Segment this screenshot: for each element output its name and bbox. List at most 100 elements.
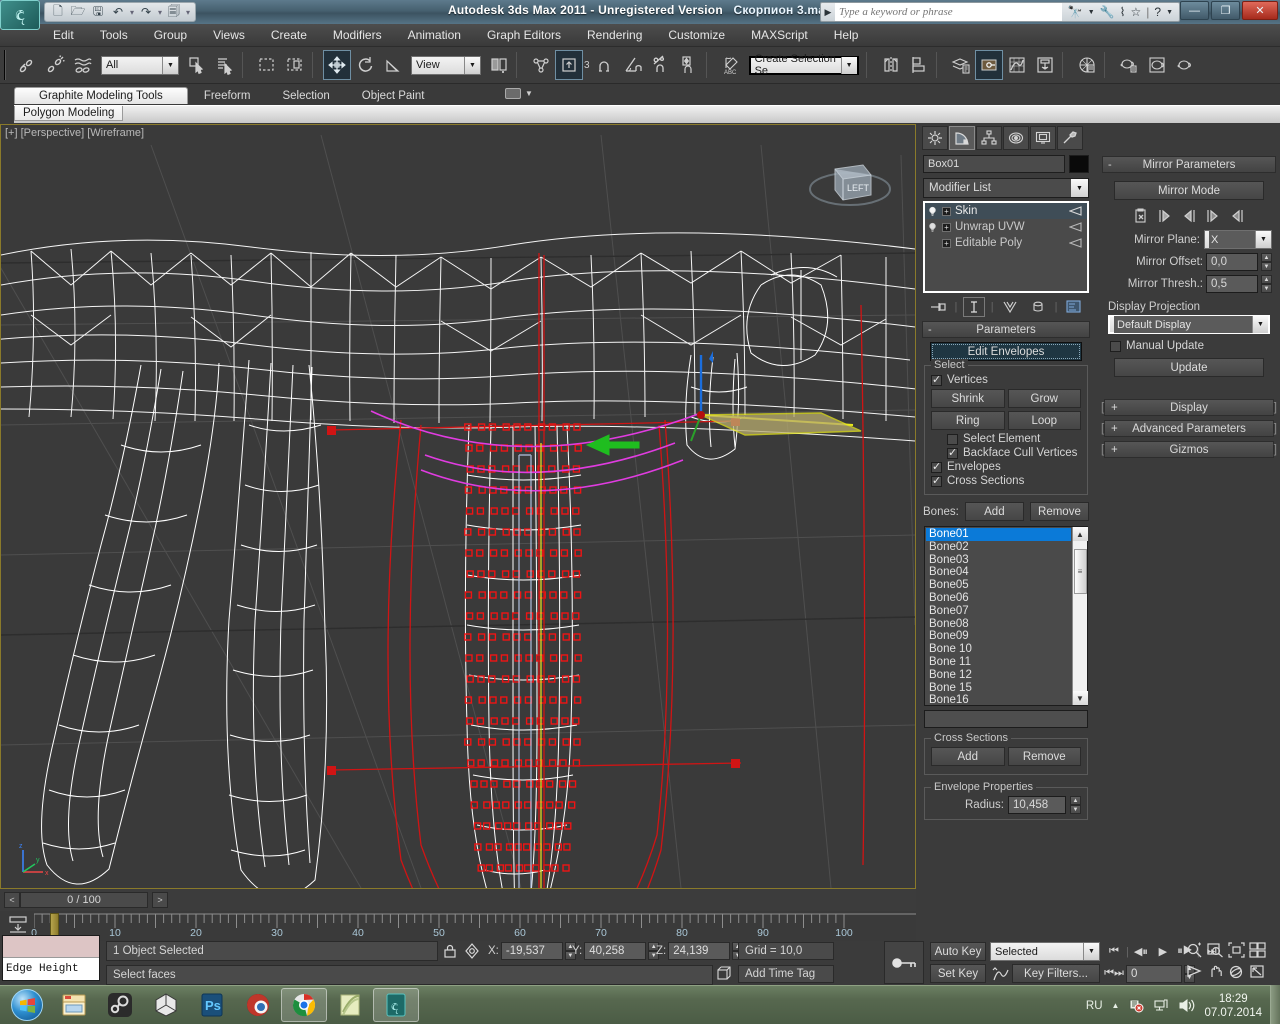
modify-tab-icon[interactable] xyxy=(949,126,975,150)
bones-list-item[interactable]: Bone08 xyxy=(926,618,1071,631)
cross-sections-add-button[interactable]: Add xyxy=(931,747,1005,766)
mini-listener[interactable]: Edge Height xyxy=(2,935,100,981)
layer-manager-icon[interactable] xyxy=(947,50,975,80)
select-and-manipulate-icon[interactable] xyxy=(527,50,555,80)
binoculars-icon[interactable]: 🔭 xyxy=(1068,5,1083,19)
named-selection-chevron-down-icon[interactable]: ▼ xyxy=(840,56,857,74)
mirror-thresh-field[interactable]: 0,5 xyxy=(1206,275,1258,293)
taskbar-show-desktop-button[interactable] xyxy=(1270,985,1280,1024)
edit-named-selection-sets-icon[interactable]: ABC xyxy=(717,50,745,80)
current-frame-field[interactable]: 0 xyxy=(1126,964,1182,983)
select-object-icon[interactable] xyxy=(183,50,211,80)
render-setup-icon[interactable] xyxy=(1073,50,1101,80)
mirror-mode-button[interactable]: Mirror Mode xyxy=(1114,181,1264,200)
z-coordinate-field[interactable]: 24,139 xyxy=(668,942,731,960)
mirror-plane-chevron-down-icon[interactable]: ▼ xyxy=(1255,231,1271,248)
modifier-list-chevron-down-icon[interactable]: ▼ xyxy=(1071,179,1088,197)
rollout-expand-icon[interactable]: + xyxy=(1111,423,1118,435)
bones-list-item[interactable]: Bone01 xyxy=(926,528,1071,541)
app-menu-icon[interactable]: ඳ xyxy=(0,0,40,30)
bones-list-item[interactable]: Bone04 xyxy=(926,566,1071,579)
prev-frame-button[interactable]: < xyxy=(4,892,20,908)
tray-expand-chevron-up-icon[interactable]: ▲ xyxy=(1112,1001,1120,1010)
update-button[interactable]: Update xyxy=(1114,358,1264,377)
configure-modifier-sets-icon[interactable] xyxy=(1063,297,1085,317)
stack-expand-icon[interactable]: + xyxy=(942,222,951,232)
taskbar-item-firefox[interactable] xyxy=(235,988,281,1022)
percent-snap-toggle-icon[interactable] xyxy=(647,50,675,80)
mirror-parameters-rollout-header[interactable]: - Mirror Parameters xyxy=(1102,156,1276,173)
mirror-paste-to-left-icon[interactable] xyxy=(1181,208,1197,224)
bones-list-item[interactable]: Bone07 xyxy=(926,605,1071,618)
radius-spinner[interactable]: ▲ ▼ xyxy=(1070,796,1081,814)
viewcube[interactable]: LEFT xyxy=(805,143,895,221)
add-time-tag-button[interactable]: Add Time Tag xyxy=(738,965,834,983)
radius-field[interactable]: 10,458 xyxy=(1008,796,1066,814)
loop-button[interactable]: Loop xyxy=(1007,411,1081,430)
mirror-paste-all-icon[interactable] xyxy=(1229,208,1245,224)
selection-filter-combo[interactable]: All ▼ xyxy=(101,55,179,75)
select-by-name-icon[interactable] xyxy=(211,50,239,80)
rollout-expand-icon[interactable]: + xyxy=(1111,402,1118,414)
zoom-icon[interactable] xyxy=(1186,942,1203,958)
menu-item-graph-editors[interactable]: Graph Editors xyxy=(474,26,574,44)
cross-sections-remove-button[interactable]: Remove xyxy=(1007,747,1081,766)
key-mode-combo[interactable]: Selected ▼ xyxy=(990,942,1100,961)
bones-list-item[interactable]: Bone05 xyxy=(926,579,1071,592)
material-editor-icon[interactable] xyxy=(974,50,1003,80)
viewport-label[interactable]: [+] [Perspective] [Wireframe] xyxy=(5,127,144,139)
volume-icon[interactable] xyxy=(1178,998,1195,1013)
ribbon-panel-polygon-modeling[interactable]: Polygon Modeling xyxy=(14,106,124,121)
search-expand-icon[interactable]: ▶ xyxy=(821,7,835,18)
selection-filter-chevron-down-icon[interactable]: ▼ xyxy=(162,56,178,74)
ribbon-tab-freeform[interactable]: Freeform xyxy=(188,88,267,104)
stack-item-skin[interactable]: + Skin xyxy=(925,203,1087,219)
vertices-checkbox-row[interactable]: Vertices xyxy=(931,373,1081,386)
taskbar-item-photoshop[interactable]: Ps xyxy=(189,988,235,1022)
snaps-toggle-icon[interactable] xyxy=(591,50,619,80)
minimize-button[interactable]: — xyxy=(1180,1,1209,20)
mirror-plane-combo[interactable]: X ▼ xyxy=(1204,230,1272,249)
viewport-canvas[interactable] xyxy=(1,125,915,888)
language-indicator[interactable]: RU xyxy=(1086,1000,1103,1012)
keyboard-shortcut-override-icon[interactable] xyxy=(555,50,583,80)
display-rollout-header[interactable]: + Display xyxy=(1101,399,1277,416)
schematic-view-icon[interactable] xyxy=(1031,50,1059,80)
menu-item-tools[interactable]: Tools xyxy=(87,26,141,44)
undo-icon[interactable]: ↶ xyxy=(109,4,127,21)
menu-item-animation[interactable]: Animation xyxy=(395,26,474,44)
start-button[interactable] xyxy=(3,987,51,1023)
qat-customize-icon[interactable]: ▾ xyxy=(185,8,191,17)
render-iterative-icon[interactable] xyxy=(1143,50,1171,80)
absolute-relative-transform-icon[interactable] xyxy=(464,943,480,959)
window-crossing-toggle-icon[interactable] xyxy=(281,50,309,80)
ring-button[interactable]: Ring xyxy=(931,411,1005,430)
track-bar[interactable]: 0 10 20 30 40 50 60 70 80 90 100 xyxy=(0,911,916,941)
bone-name-field[interactable] xyxy=(924,710,1088,728)
backface-cull-checkbox-row[interactable]: Backface Cull Vertices xyxy=(947,446,1081,459)
rollout-collapse-icon[interactable]: - xyxy=(1108,159,1112,171)
bones-list-item[interactable]: Bone02 xyxy=(926,541,1071,554)
maxscript-listener-white-pane[interactable]: Edge Height xyxy=(3,958,99,980)
stack-item-unwrap-uvw[interactable]: + Unwrap UVW xyxy=(925,219,1087,235)
bones-add-button[interactable]: Add xyxy=(964,502,1024,521)
bones-list-item[interactable]: Bone03 xyxy=(926,554,1071,567)
select-element-checkbox-row[interactable]: Select Element xyxy=(947,433,1081,445)
pin-stack-icon[interactable] xyxy=(927,297,949,317)
mirror-icon[interactable] xyxy=(877,50,905,80)
menu-item-help[interactable]: Help xyxy=(821,26,872,44)
stack-expand-icon[interactable]: + xyxy=(942,206,951,216)
menu-item-create[interactable]: Create xyxy=(258,26,320,44)
help-icon[interactable]: ? xyxy=(1154,5,1161,19)
display-tab-icon[interactable] xyxy=(1030,126,1056,150)
render-production-icon[interactable] xyxy=(1115,50,1143,80)
menu-item-rendering[interactable]: Rendering xyxy=(574,26,655,44)
bones-list-scrollbar[interactable]: ▲ ≡ ▼ xyxy=(1072,527,1088,705)
bones-list-item[interactable]: Bone 15 xyxy=(926,682,1071,695)
manual-update-checkbox[interactable] xyxy=(1110,340,1121,352)
field-of-view-icon[interactable] xyxy=(1186,964,1203,980)
bones-list-item[interactable]: Bone 11 xyxy=(926,656,1071,669)
rollout-expand-icon[interactable]: + xyxy=(1111,444,1118,456)
redo-dropdown-icon[interactable]: ▾ xyxy=(157,8,163,17)
menu-item-customize[interactable]: Customize xyxy=(655,26,738,44)
